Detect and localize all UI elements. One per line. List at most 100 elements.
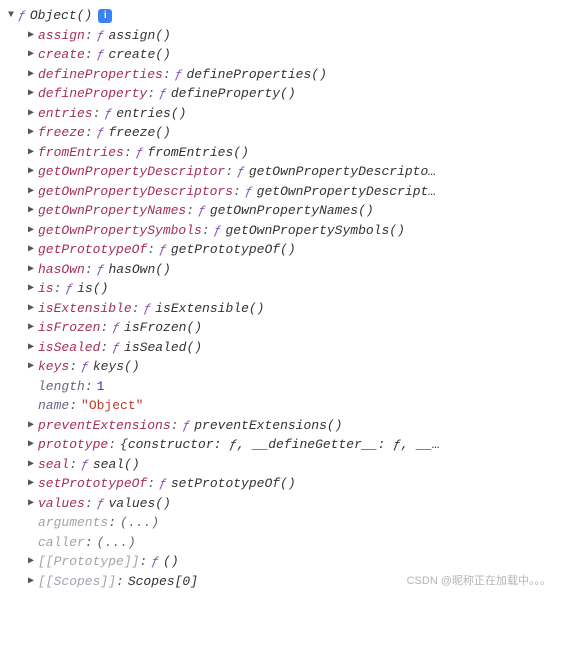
- colon: :: [171, 416, 179, 436]
- property-value: create(): [108, 45, 170, 65]
- expand-arrow-icon[interactable]: ▶: [26, 320, 36, 335]
- property-row[interactable]: ▶setPrototypeOf: ƒsetPrototypeOf(): [4, 474, 557, 494]
- property-list: ▶assign: ƒassign()▶create: ƒcreate()▶def…: [4, 26, 557, 592]
- expand-arrow-icon[interactable]: ▶: [26, 28, 36, 43]
- property-row[interactable]: ▶assign: ƒassign(): [4, 26, 557, 46]
- object-header-row[interactable]: ▼ ƒ Object() i: [4, 6, 557, 26]
- expand-arrow-icon[interactable]: ▶: [26, 242, 36, 257]
- property-row[interactable]: ▶isExtensible: ƒisExtensible(): [4, 299, 557, 319]
- property-row[interactable]: name: "Object": [4, 396, 557, 416]
- function-token: ƒ: [182, 416, 190, 436]
- property-row[interactable]: ▶keys: ƒkeys(): [4, 357, 557, 377]
- property-key: name: [38, 396, 69, 416]
- colon: :: [163, 65, 171, 85]
- property-row[interactable]: ▶defineProperty: ƒdefineProperty(): [4, 84, 557, 104]
- function-token: ƒ: [159, 240, 167, 260]
- property-row[interactable]: caller: (...): [4, 533, 557, 553]
- property-row[interactable]: ▶freeze: ƒfreeze(): [4, 123, 557, 143]
- colon: :: [116, 572, 124, 592]
- property-row[interactable]: ▶seal: ƒseal(): [4, 455, 557, 475]
- property-row[interactable]: arguments: (...): [4, 513, 557, 533]
- expand-arrow-icon[interactable]: ▶: [26, 86, 36, 101]
- property-value: setPrototypeOf(): [171, 474, 296, 494]
- expand-arrow-icon[interactable]: ▶: [26, 67, 36, 82]
- expand-arrow-icon[interactable]: ▶: [26, 574, 36, 589]
- property-key: defineProperties: [38, 65, 163, 85]
- property-key: entries: [38, 104, 93, 124]
- colon: :: [85, 45, 93, 65]
- property-row[interactable]: ▶values: ƒvalues(): [4, 494, 557, 514]
- property-value: defineProperties(): [186, 65, 326, 85]
- property-row[interactable]: ▶[[Prototype]]: ƒ(): [4, 552, 557, 572]
- colon: :: [54, 279, 62, 299]
- property-row[interactable]: ▶getOwnPropertySymbols: ƒgetOwnPropertyS…: [4, 221, 557, 241]
- property-row[interactable]: ▶entries: ƒentries(): [4, 104, 557, 124]
- property-key: assign: [38, 26, 85, 46]
- expand-arrow-icon[interactable]: ▶: [26, 262, 36, 277]
- property-value: hasOwn(): [108, 260, 170, 280]
- property-row[interactable]: ▶fromEntries: ƒfromEntries(): [4, 143, 557, 163]
- property-row[interactable]: ▶isSealed: ƒisSealed(): [4, 338, 557, 358]
- expand-arrow-icon[interactable]: ▶: [26, 184, 36, 199]
- expand-arrow-icon[interactable]: ▶: [26, 145, 36, 160]
- property-row[interactable]: ▶preventExtensions: ƒpreventExtensions(): [4, 416, 557, 436]
- expand-arrow-icon[interactable]: ▶: [26, 125, 36, 140]
- property-value: isFrozen(): [124, 318, 202, 338]
- expand-arrow-icon[interactable]: ▶: [26, 476, 36, 491]
- property-key: [[Scopes]]: [38, 572, 116, 592]
- expand-arrow-icon[interactable]: ▶: [26, 106, 36, 121]
- property-value[interactable]: (...): [97, 533, 136, 553]
- colon: :: [69, 357, 77, 377]
- expand-arrow-icon[interactable]: ▶: [26, 164, 36, 179]
- property-row[interactable]: ▶[[Scopes]]: Scopes[0]: [4, 572, 557, 592]
- property-row[interactable]: ▶is: ƒis(): [4, 279, 557, 299]
- property-row[interactable]: ▶getOwnPropertyNames: ƒgetOwnPropertyNam…: [4, 201, 557, 221]
- colon: :: [108, 513, 116, 533]
- colon: :: [85, 533, 93, 553]
- expand-arrow-icon[interactable]: ▶: [26, 47, 36, 62]
- property-key: keys: [38, 357, 69, 377]
- expand-arrow-icon[interactable]: ▶: [26, 418, 36, 433]
- expand-arrow-icon[interactable]: ▶: [26, 203, 36, 218]
- expand-arrow-icon[interactable]: ▶: [26, 437, 36, 452]
- expand-arrow-icon[interactable]: ▶: [26, 301, 36, 316]
- property-row[interactable]: ▶hasOwn: ƒhasOwn(): [4, 260, 557, 280]
- function-name: Object(): [30, 6, 92, 26]
- colon: :: [108, 435, 116, 455]
- function-token: ƒ: [18, 6, 26, 26]
- property-key: create: [38, 45, 85, 65]
- colon: :: [85, 494, 93, 514]
- property-value: getPrototypeOf(): [171, 240, 296, 260]
- property-value: isSealed(): [124, 338, 202, 358]
- property-value: values(): [108, 494, 170, 514]
- colon: :: [233, 182, 241, 202]
- info-icon[interactable]: i: [98, 9, 112, 23]
- function-token: ƒ: [245, 182, 253, 202]
- property-row[interactable]: ▶create: ƒcreate(): [4, 45, 557, 65]
- expand-arrow-icon[interactable]: ▶: [26, 457, 36, 472]
- property-value[interactable]: (...): [120, 513, 159, 533]
- function-token: ƒ: [97, 123, 105, 143]
- expand-arrow-icon[interactable]: ▶: [26, 223, 36, 238]
- expand-arrow-icon[interactable]: ▼: [6, 8, 16, 23]
- function-token: ƒ: [97, 45, 105, 65]
- colon: :: [225, 162, 233, 182]
- function-token: ƒ: [97, 260, 105, 280]
- property-row[interactable]: ▶getPrototypeOf: ƒgetPrototypeOf(): [4, 240, 557, 260]
- property-row[interactable]: ▶prototype: {constructor: ƒ, __defineGet…: [4, 435, 557, 455]
- expand-arrow-icon[interactable]: ▶: [26, 359, 36, 374]
- property-key: length: [38, 377, 85, 397]
- expand-arrow-icon[interactable]: ▶: [26, 554, 36, 569]
- property-row[interactable]: length: 1: [4, 377, 557, 397]
- property-row[interactable]: ▶getOwnPropertyDescriptor: ƒgetOwnProper…: [4, 162, 557, 182]
- property-row[interactable]: ▶isFrozen: ƒisFrozen(): [4, 318, 557, 338]
- expand-arrow-icon[interactable]: ▶: [26, 281, 36, 296]
- expand-arrow-icon[interactable]: ▶: [26, 340, 36, 355]
- property-key: is: [38, 279, 54, 299]
- colon: :: [85, 26, 93, 46]
- property-value: (): [163, 552, 179, 572]
- property-row[interactable]: ▶defineProperties: ƒdefineProperties(): [4, 65, 557, 85]
- expand-arrow-icon[interactable]: ▶: [26, 496, 36, 511]
- function-token: ƒ: [81, 455, 89, 475]
- property-row[interactable]: ▶getOwnPropertyDescriptors: ƒgetOwnPrope…: [4, 182, 557, 202]
